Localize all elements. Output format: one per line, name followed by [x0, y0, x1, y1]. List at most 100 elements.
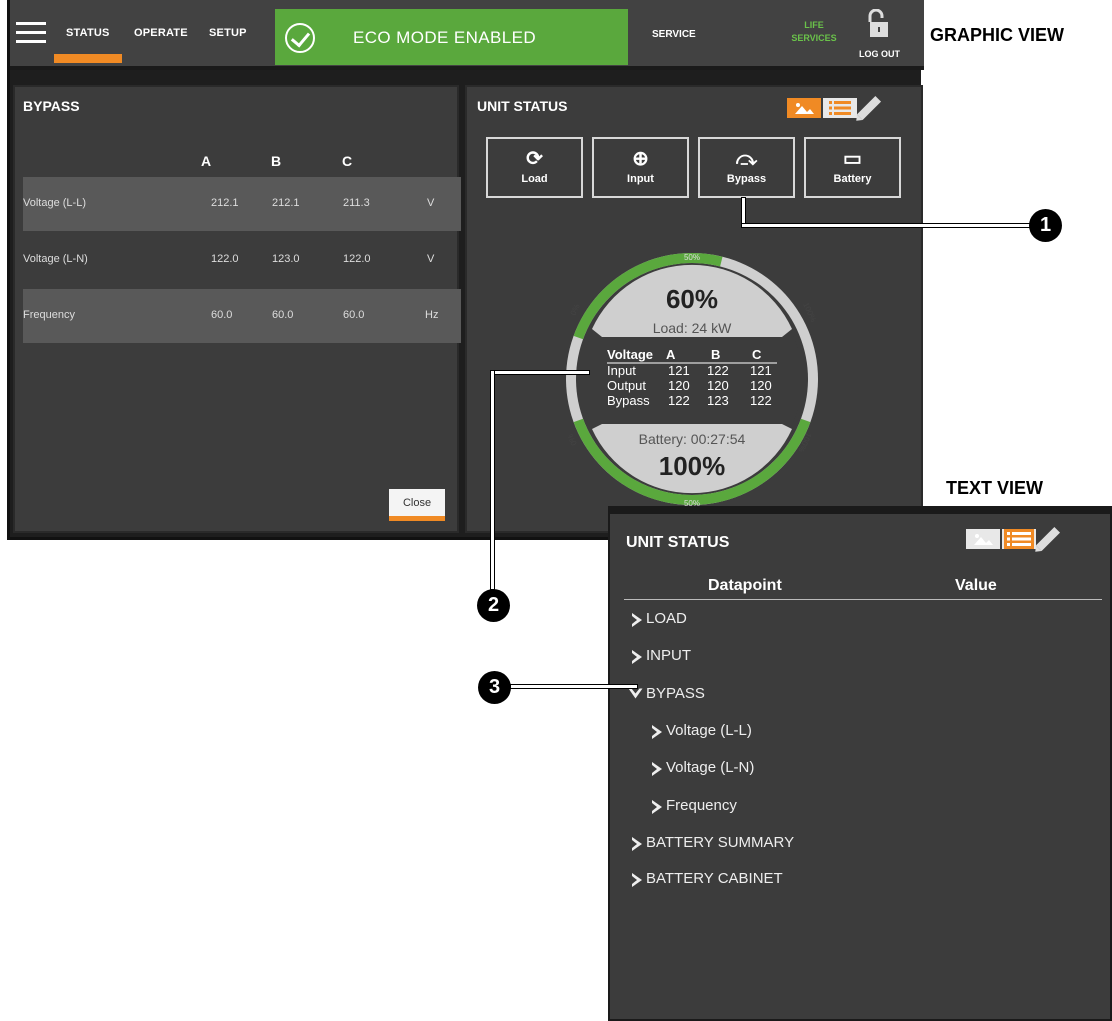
scale-0-bottom: 0% — [566, 433, 579, 447]
callout-2-line — [490, 370, 590, 375]
tree-item-battery-cabinet[interactable]: BATTERY CABINET — [632, 870, 783, 887]
tab-status[interactable]: STATUS — [54, 27, 122, 63]
value-c: 60.0 — [343, 309, 365, 321]
tree-item-label: Voltage (L-N) — [666, 759, 755, 776]
value-b: 212.1 — [272, 197, 300, 209]
logout-button[interactable]: LOG OUT — [859, 49, 900, 59]
battery-label: Battery — [833, 173, 872, 185]
edit-pencil-icon[interactable] — [1035, 526, 1061, 552]
close-button[interactable]: Close — [389, 489, 445, 521]
output-row-b: 120 — [707, 378, 729, 393]
output-row-c: 120 — [750, 378, 772, 393]
text-view-window: UNIT STATUS Datapoint Value LOAD INPUT B… — [608, 506, 1112, 1021]
text-view-button[interactable] — [1002, 529, 1036, 549]
chevron-right-icon — [632, 871, 642, 887]
value-c: 211.3 — [343, 197, 370, 209]
chevron-right-icon — [632, 648, 642, 664]
tree-item-voltage-ln[interactable]: Voltage (L-N) — [652, 759, 754, 776]
callout-3: 3 — [478, 671, 511, 704]
unit: V — [427, 197, 435, 209]
tab-service[interactable]: SERVICE — [652, 29, 696, 40]
graphic-view-button[interactable] — [966, 529, 1000, 549]
value-b: 60.0 — [272, 309, 294, 321]
bypass-row-a: 122 — [668, 393, 690, 408]
load-icon: ⟳ — [526, 148, 543, 170]
eco-mode-banner: ECO MODE ENABLED — [275, 9, 628, 65]
row-label: Voltage (L-L) — [23, 197, 86, 209]
value-a: 60.0 — [211, 309, 233, 321]
row-label: Voltage (L-N) — [23, 253, 88, 265]
image-icon — [795, 103, 814, 114]
unit-status-title: UNIT STATUS — [477, 98, 568, 114]
callout-3-line — [510, 684, 638, 689]
battery-button[interactable]: ▭ Battery — [804, 137, 901, 198]
voltage-col-b: B — [711, 347, 720, 362]
tree-item-input[interactable]: INPUT — [632, 647, 691, 664]
life-services-line2: SERVICES — [791, 33, 837, 43]
bypass-icon: ⤼ — [735, 148, 758, 170]
input-label: Input — [627, 173, 654, 185]
chevron-right-icon — [652, 723, 662, 739]
tree-item-battery-summary[interactable]: BATTERY SUMMARY — [632, 834, 794, 851]
life-services-link[interactable]: LIFE SERVICES — [784, 19, 844, 45]
table-row: Voltage (L-L) 212.1 212.1 211.3 V — [23, 177, 461, 231]
tree-item-label: Voltage (L-L) — [666, 722, 752, 739]
life-services-line1: LIFE — [804, 20, 824, 30]
value-a: 212.1 — [211, 197, 239, 209]
list-icon — [1004, 529, 1034, 549]
value-c: 122.0 — [343, 253, 371, 265]
callout-1-line — [741, 223, 1031, 228]
voltage-col-c: C — [752, 347, 762, 362]
bypass-label: Bypass — [726, 173, 767, 185]
graphic-view-button[interactable] — [787, 98, 821, 118]
col-a-header: A — [201, 153, 212, 169]
unit: Hz — [425, 309, 439, 321]
text-view-title: UNIT STATUS — [626, 534, 730, 551]
datapoint-header: Datapoint — [708, 577, 782, 594]
view-toggle — [787, 95, 882, 121]
output-row-label: Output — [607, 378, 646, 393]
load-text: Load: 24 kW — [653, 320, 732, 336]
chevron-right-icon — [652, 798, 662, 814]
graphic-view-window: STATUS OPERATE SETUP ECO MODE ENABLED SE… — [7, 0, 924, 540]
battery-icon: ▭ — [843, 148, 862, 170]
chevron-right-icon — [652, 760, 662, 776]
text-view-button[interactable] — [823, 98, 857, 118]
load-label: Load — [521, 173, 548, 185]
input-row-c: 121 — [750, 363, 772, 378]
edit-pencil-icon[interactable] — [856, 95, 882, 121]
voltage-header: Voltage — [607, 347, 653, 362]
tab-operate[interactable]: OPERATE — [134, 27, 188, 39]
tree-item-label: INPUT — [646, 647, 691, 664]
input-row-b: 122 — [707, 363, 729, 378]
tab-setup[interactable]: SETUP — [209, 27, 247, 39]
callout-2-line — [490, 370, 495, 590]
tree-item-load[interactable]: LOAD — [632, 610, 687, 627]
bypass-row-c: 122 — [750, 393, 772, 408]
tree-item-label: BATTERY SUMMARY — [646, 834, 795, 851]
bypass-panel: BYPASS A B C Voltage (L-L) 212.1 212.1 2… — [13, 85, 461, 533]
callout-2: 2 — [477, 589, 510, 622]
input-icon: ⊕ — [632, 148, 649, 170]
unit-status-panel: UNIT STATUS ⟳ Load ⊕ Input ⤼ Bypass ▭ Batter… — [465, 85, 923, 533]
check-circle-icon — [285, 23, 315, 53]
input-button[interactable]: ⊕ Input — [592, 137, 689, 198]
output-row-a: 120 — [668, 378, 690, 393]
eco-mode-text: ECO MODE ENABLED — [353, 28, 537, 47]
scale-top-mid: 50% — [684, 253, 700, 262]
image-icon — [974, 534, 993, 545]
text-view-toggle — [966, 526, 1061, 552]
chevron-right-icon — [632, 611, 642, 627]
header-divider — [624, 599, 1102, 600]
col-b-header: B — [271, 153, 282, 169]
menu-icon[interactable] — [16, 22, 46, 43]
load-button[interactable]: ⟳ Load — [486, 137, 583, 198]
tree-item-label: BYPASS — [646, 685, 705, 702]
unit: V — [427, 253, 435, 265]
tree-item-bypass[interactable]: BYPASS — [632, 685, 705, 702]
tree-item-voltage-ll[interactable]: Voltage (L-L) — [652, 722, 752, 739]
tree-item-frequency[interactable]: Frequency — [652, 797, 737, 814]
bypass-button[interactable]: ⤼ Bypass — [698, 137, 795, 198]
table-row: Voltage (L-N) 122.0 123.0 122.0 V — [23, 233, 461, 287]
unlock-icon[interactable] — [866, 9, 888, 39]
